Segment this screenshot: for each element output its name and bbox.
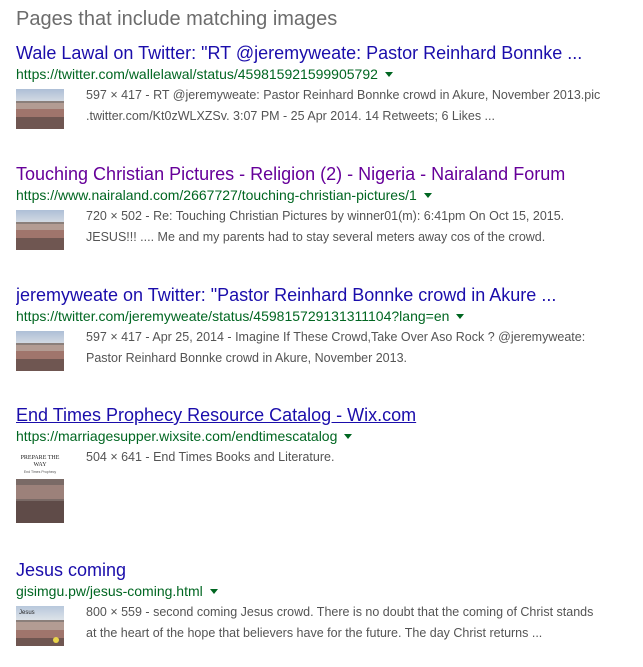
search-result: jeremyweate on Twitter: "Pastor Reinhard… (16, 284, 636, 371)
result-snippet-line: 597 × 417 - RT @jeremyweate: Pastor Rein… (86, 88, 601, 102)
chevron-down-icon[interactable] (423, 193, 432, 198)
chevron-down-icon[interactable] (384, 72, 393, 77)
result-snippet-line: 720 × 502 - Re: Touching Christian Pictu… (86, 209, 565, 223)
book-cover-text: End Times Prophecy (24, 470, 57, 474)
result-title-link[interactable]: Jesus coming (16, 559, 636, 581)
result-title-link[interactable]: jeremyweate on Twitter: "Pastor Reinhard… (16, 284, 636, 306)
chevron-down-icon[interactable] (344, 434, 353, 439)
book-cover-thumbnail[interactable]: PREPARE THE WAY End Times Prophecy (16, 451, 64, 523)
result-snippet-line: Pastor Reinhard Bonnke crowd in Akure, N… (86, 351, 408, 365)
result-url: https://twitter.com/wallelawal/status/45… (16, 66, 378, 82)
thumbnail-text: Jesus (19, 610, 35, 616)
result-title-link[interactable]: Touching Christian Pictures - Religion (… (16, 163, 636, 185)
book-cover-text: PREPARE THE (21, 455, 60, 461)
search-result: Touching Christian Pictures - Religion (… (16, 163, 636, 250)
crowd-thumbnail[interactable] (16, 210, 64, 250)
result-snippet-line: 800 × 559 - second coming Jesus crowd. T… (86, 605, 594, 619)
result-url: https://www.nairaland.com/2667727/touchi… (16, 187, 417, 203)
result-snippet-line: at the heart of the hope that believers … (86, 626, 543, 640)
chevron-down-icon[interactable] (456, 314, 465, 319)
result-title-link[interactable]: End Times Prophecy Resource Catalog - Wi… (16, 404, 636, 426)
result-url: gisimgu.pw/jesus-coming.html (16, 583, 203, 599)
result-snippet-line: .twitter.com/Kt0zWLXZSv. 3:07 PM - 25 Ap… (86, 109, 495, 123)
result-url: https://marriagesupper.wixsite.com/endti… (16, 428, 338, 444)
result-url: https://twitter.com/jeremyweate/status/4… (16, 308, 450, 324)
section-title: Pages that include matching images (16, 8, 338, 30)
crowd-thumbnail[interactable] (16, 89, 64, 129)
crowd-thumbnail[interactable]: Jesus (16, 606, 64, 646)
result-snippet-line: 504 × 641 - End Times Books and Literatu… (86, 450, 335, 464)
search-result: Jesus coming gisimgu.pw/jesus-coming.htm… (16, 559, 636, 646)
result-title-link[interactable]: Wale Lawal on Twitter: "RT @jeremyweate:… (16, 42, 636, 64)
crowd-thumbnail[interactable] (16, 331, 64, 371)
result-snippet-line: JESUS!!! .... Me and my parents had to s… (86, 230, 546, 244)
search-result: Wale Lawal on Twitter: "RT @jeremyweate:… (16, 42, 636, 129)
book-cover-text: WAY (33, 462, 47, 468)
chevron-down-icon[interactable] (209, 589, 218, 594)
search-result: End Times Prophecy Resource Catalog - Wi… (16, 404, 636, 523)
result-snippet-line: 597 × 417 - Apr 25, 2014 - Imagine If Th… (86, 330, 586, 344)
